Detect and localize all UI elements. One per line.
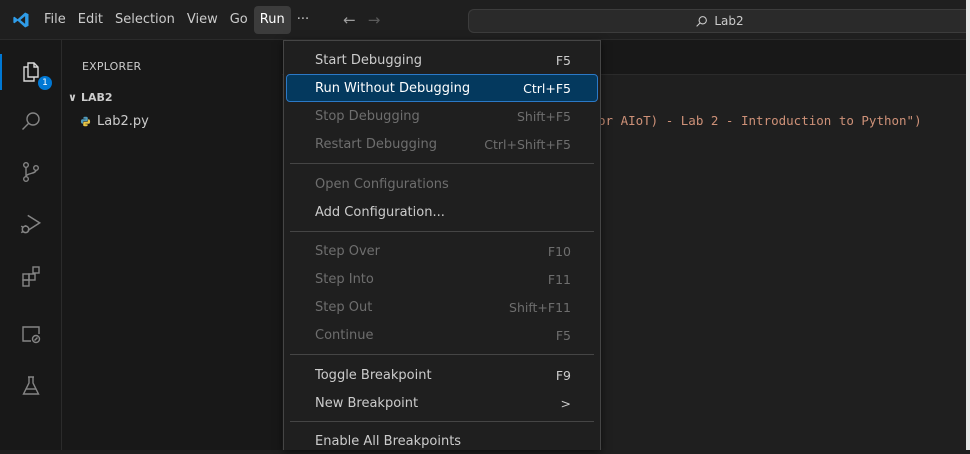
item-label: Add Configuration... — [315, 204, 445, 220]
title-bar: File Edit Selection View Go Run ··· ← → … — [0, 0, 970, 40]
item-shortcut: Ctrl+F5 — [523, 80, 571, 96]
menu-edit[interactable]: Edit — [72, 6, 109, 34]
item-label: Step Into — [315, 271, 374, 287]
explorer-badge: 1 — [38, 76, 52, 90]
step-out-item[interactable]: Step Out Shift+F11 — [287, 294, 597, 320]
explorer-icon[interactable]: 1 — [0, 48, 62, 96]
menu-run[interactable]: Run — [253, 5, 291, 34]
search-sidebar-icon[interactable] — [0, 98, 62, 146]
folder-lab2[interactable]: ∨ LAB2 — [68, 91, 113, 104]
navigation-arrows: ← → — [343, 11, 380, 29]
item-label: Stop Debugging — [315, 108, 420, 124]
back-arrow-icon[interactable]: ← — [343, 11, 356, 29]
continue-item[interactable]: Continue F5 — [287, 322, 597, 348]
item-shortcut: F11 — [547, 271, 571, 287]
code-line[interactable]: or AIoT) - Lab 2 - Introduction to Pytho… — [598, 113, 922, 128]
item-shortcut: F5 — [555, 327, 571, 343]
toggle-breakpoint-item[interactable]: Toggle Breakpoint F9 — [287, 362, 597, 388]
menu-separator — [290, 163, 594, 164]
menu-bar: File Edit Selection View Go Run ··· — [38, 0, 315, 40]
file-lab2-py[interactable]: Lab2.py — [80, 114, 149, 129]
stop-debugging-item[interactable]: Stop Debugging Shift+F5 — [287, 103, 597, 129]
explorer-sidebar: EXPLORER ∨ LAB2 Lab2.py — [62, 40, 282, 450]
restart-debugging-item[interactable]: Restart Debugging Ctrl+Shift+F5 — [287, 131, 597, 157]
item-shortcut: F9 — [555, 367, 571, 383]
extensions-icon[interactable] — [0, 252, 62, 300]
run-menu-dropdown: Start Debugging F5 Run Without Debugging… — [283, 40, 601, 450]
forward-arrow-icon[interactable]: → — [368, 11, 381, 29]
add-configuration-item[interactable]: Add Configuration... — [287, 199, 597, 225]
chevron-down-icon: ∨ — [68, 91, 77, 104]
item-shortcut: Ctrl+Shift+F5 — [484, 136, 571, 152]
item-shortcut: F10 — [547, 243, 571, 259]
command-center-search[interactable]: Lab2 — [468, 9, 970, 33]
window-edge — [966, 0, 970, 450]
item-label: Start Debugging — [315, 52, 422, 68]
item-shortcut: Shift+F11 — [509, 299, 571, 315]
enable-all-breakpoints-item[interactable]: Enable All Breakpoints — [287, 428, 597, 454]
item-label: Open Configurations — [315, 176, 449, 192]
search-text: Lab2 — [714, 14, 744, 28]
menu-file[interactable]: File — [38, 6, 72, 34]
menu-view[interactable]: View — [181, 6, 224, 34]
sidebar-title: EXPLORER — [82, 60, 142, 73]
menu-separator — [290, 421, 594, 422]
menu-selection[interactable]: Selection — [109, 6, 181, 34]
step-over-item[interactable]: Step Over F10 — [287, 238, 597, 264]
source-control-icon[interactable] — [0, 148, 62, 196]
run-without-debugging-item[interactable]: Run Without Debugging Ctrl+F5 — [286, 74, 598, 102]
item-shortcut: F5 — [555, 52, 571, 68]
remote-explorer-icon[interactable] — [0, 310, 62, 358]
start-debugging-item[interactable]: Start Debugging F5 — [287, 47, 597, 73]
run-debug-icon[interactable] — [0, 200, 62, 248]
activity-bar: 1 — [0, 40, 62, 450]
open-configurations-item[interactable]: Open Configurations — [287, 171, 597, 197]
item-label: Restart Debugging — [315, 136, 437, 152]
item-shortcut: Shift+F5 — [516, 108, 571, 124]
file-label: Lab2.py — [97, 114, 149, 129]
new-breakpoint-item[interactable]: New Breakpoint > — [287, 390, 597, 416]
menu-go[interactable]: Go — [224, 6, 254, 34]
item-label: Step Over — [315, 243, 380, 259]
item-label: Toggle Breakpoint — [315, 367, 432, 383]
submenu-chevron-icon: > — [560, 395, 571, 411]
item-label: New Breakpoint — [315, 395, 419, 411]
folder-label: LAB2 — [80, 91, 113, 104]
testing-flask-icon[interactable] — [0, 362, 62, 410]
python-file-icon — [80, 116, 91, 127]
menu-separator — [290, 231, 594, 232]
menu-more[interactable]: ··· — [291, 6, 315, 34]
search-icon — [696, 15, 708, 27]
menu-separator — [290, 354, 594, 355]
step-into-item[interactable]: Step Into F11 — [287, 266, 597, 292]
item-label: Step Out — [315, 299, 373, 315]
item-label: Continue — [315, 327, 374, 343]
vscode-logo-icon — [4, 0, 38, 40]
item-label: Run Without Debugging — [315, 80, 471, 96]
item-label: Enable All Breakpoints — [315, 433, 462, 449]
